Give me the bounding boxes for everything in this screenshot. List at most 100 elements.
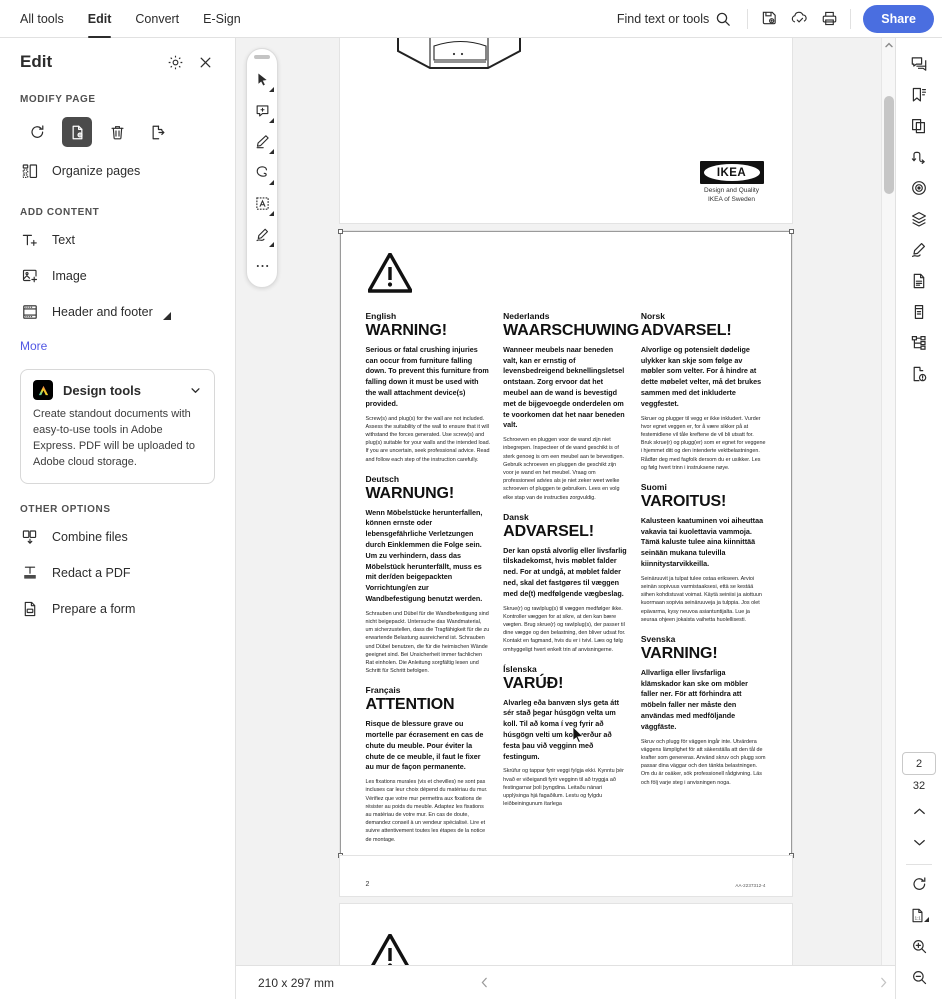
comments-icon[interactable] bbox=[902, 48, 936, 79]
status-bar: 210 x 297 mm bbox=[236, 965, 895, 999]
rotate-page-icon[interactable] bbox=[22, 117, 52, 147]
design-tools-card[interactable]: Design tools Create standout documents w… bbox=[20, 369, 215, 484]
section-label-modify-page: Modify page bbox=[20, 94, 215, 105]
floating-toolbar[interactable] bbox=[246, 48, 278, 288]
chevron-down-icon bbox=[269, 149, 274, 154]
chevron-down-icon bbox=[269, 87, 274, 92]
ikea-logo: IKEA bbox=[700, 161, 764, 184]
chevron-up-icon[interactable] bbox=[902, 796, 936, 827]
acrobat-window: All tools Edit Convert E-Sign Find text … bbox=[0, 0, 942, 999]
structure-tree-icon[interactable] bbox=[902, 327, 936, 358]
tab-e-sign[interactable]: E-Sign bbox=[191, 0, 253, 38]
page-thumbnails-icon[interactable] bbox=[902, 110, 936, 141]
warning-lead: Kalusteen kaatuminen voi aiheuttaa vakav… bbox=[641, 516, 766, 570]
warning-heading: VARNING! bbox=[641, 646, 766, 663]
organize-pages-icon bbox=[20, 161, 40, 181]
svg-text:1:1: 1:1 bbox=[915, 915, 922, 920]
draw-freehand-icon[interactable] bbox=[248, 157, 276, 188]
chevron-down-icon bbox=[269, 211, 274, 216]
highlight-icon[interactable] bbox=[248, 126, 276, 157]
protect-icon[interactable] bbox=[902, 358, 936, 389]
organize-pages-label: Organize pages bbox=[52, 164, 140, 178]
warning-fine: Skrue(r) og rawlplug(s) til væggen medfø… bbox=[503, 605, 628, 654]
find-text-or-tools[interactable]: Find text or tools bbox=[607, 11, 741, 27]
chevron-down-icon[interactable] bbox=[163, 312, 171, 320]
pdf-page-next[interactable]: Česky Magyar Latviešu bbox=[340, 904, 792, 965]
extract-page-icon[interactable] bbox=[142, 117, 172, 147]
drag-handle[interactable] bbox=[254, 55, 270, 59]
rotate-view-icon[interactable] bbox=[902, 869, 936, 900]
zoom-in-icon[interactable] bbox=[902, 931, 936, 962]
page-number-print: 2 bbox=[366, 881, 370, 888]
chevron-down-icon[interactable] bbox=[902, 827, 936, 858]
save-icon[interactable] bbox=[754, 4, 784, 34]
zoom-out-icon[interactable] bbox=[902, 962, 936, 993]
select-cursor-icon[interactable] bbox=[248, 64, 276, 95]
tab-label: All tools bbox=[20, 12, 64, 26]
add-comment-icon[interactable] bbox=[248, 95, 276, 126]
more-tools-icon[interactable] bbox=[248, 250, 276, 281]
language-columns: English WARNING! Serious or fatal crushi… bbox=[360, 311, 772, 854]
tab-all-tools[interactable]: All tools bbox=[8, 0, 76, 38]
tab-label: E-Sign bbox=[203, 12, 241, 26]
chevron-down-icon bbox=[269, 118, 274, 123]
page-scroll-area[interactable]: IKEA Design and Quality IKEA of Sweden bbox=[236, 38, 895, 965]
pdf-page-footer: 2 AA-2237312-4 bbox=[340, 856, 792, 896]
language-column-2: Nederlands WAARSCHUWING Wanneer meubels … bbox=[503, 311, 628, 854]
bookmarks-icon[interactable] bbox=[902, 79, 936, 110]
tags-icon[interactable] bbox=[902, 296, 936, 327]
prepare-form-item[interactable]: Prepare a form bbox=[20, 599, 215, 619]
share-button[interactable]: Share bbox=[863, 5, 934, 33]
language-column-1: English WARNING! Serious or fatal crushi… bbox=[366, 311, 491, 854]
pdf-page-current[interactable]: English WARNING! Serious or fatal crushi… bbox=[340, 231, 792, 856]
combine-files-label: Combine files bbox=[52, 530, 128, 544]
insert-page-icon[interactable] bbox=[62, 117, 92, 147]
layers-icon[interactable] bbox=[902, 203, 936, 234]
document-code: AA-2237312-4 bbox=[735, 883, 765, 888]
resize-handle-top-left[interactable] bbox=[338, 229, 343, 234]
vertical-scrollbar[interactable] bbox=[881, 38, 895, 965]
compare-icon[interactable] bbox=[902, 141, 936, 172]
text-select-icon[interactable] bbox=[248, 188, 276, 219]
redact-item[interactable]: Redact a PDF bbox=[20, 563, 215, 583]
add-image-item[interactable]: Image bbox=[20, 266, 215, 286]
edit-sidebar: Edit Modify page bbox=[0, 38, 236, 999]
resize-handle-top-right[interactable] bbox=[789, 229, 794, 234]
current-page-input[interactable]: 2 bbox=[902, 752, 936, 775]
more-link[interactable]: More bbox=[20, 339, 47, 353]
pdf-page-previous[interactable]: IKEA Design and Quality IKEA of Sweden bbox=[340, 38, 792, 223]
combine-files-item[interactable]: Combine files bbox=[20, 527, 215, 547]
delete-page-icon[interactable] bbox=[102, 117, 132, 147]
scroll-up-arrow[interactable] bbox=[882, 38, 895, 52]
chevron-down-icon bbox=[924, 917, 929, 922]
add-text-label: Text bbox=[52, 233, 75, 247]
warning-heading: ADVARSEL! bbox=[503, 524, 628, 541]
scrollbar-thumb[interactable] bbox=[884, 96, 894, 194]
cloud-check-icon[interactable] bbox=[784, 4, 814, 34]
organize-pages-item[interactable]: Organize pages bbox=[20, 161, 215, 181]
chevron-down-icon[interactable] bbox=[189, 384, 202, 397]
target-icon[interactable] bbox=[902, 172, 936, 203]
header-footer-item[interactable]: Header and footer bbox=[20, 302, 215, 322]
page-footer: 2 AA-2237312-4 bbox=[366, 881, 766, 888]
fit-page-icon[interactable]: 1:1 bbox=[902, 900, 936, 931]
print-icon[interactable] bbox=[814, 4, 844, 34]
document-icon[interactable] bbox=[902, 265, 936, 296]
warning-fine: Skruv och plugg för väggen ingår inte. U… bbox=[641, 738, 766, 787]
warning-lead: Wanneer meubels naar beneden valt, kan e… bbox=[503, 345, 628, 431]
search-icon bbox=[715, 11, 731, 27]
adobe-express-icon bbox=[33, 380, 53, 400]
signature-panel-icon[interactable] bbox=[902, 234, 936, 265]
tab-edit[interactable]: Edit bbox=[76, 0, 124, 38]
warning-lead: Alvorlige og potensielt dødelige ulykker… bbox=[641, 345, 766, 410]
add-text-icon bbox=[20, 230, 40, 250]
warning-fine: Schroeven en pluggen voor de wand zijn n… bbox=[503, 436, 628, 502]
tab-convert[interactable]: Convert bbox=[123, 0, 191, 38]
divider bbox=[747, 9, 748, 29]
close-icon[interactable] bbox=[195, 52, 215, 72]
chevron-left-icon[interactable] bbox=[472, 977, 496, 988]
add-text-item[interactable]: Text bbox=[20, 230, 215, 250]
signature-icon[interactable] bbox=[248, 219, 276, 250]
gear-icon[interactable] bbox=[165, 52, 185, 72]
chevron-right-icon[interactable] bbox=[871, 977, 895, 988]
